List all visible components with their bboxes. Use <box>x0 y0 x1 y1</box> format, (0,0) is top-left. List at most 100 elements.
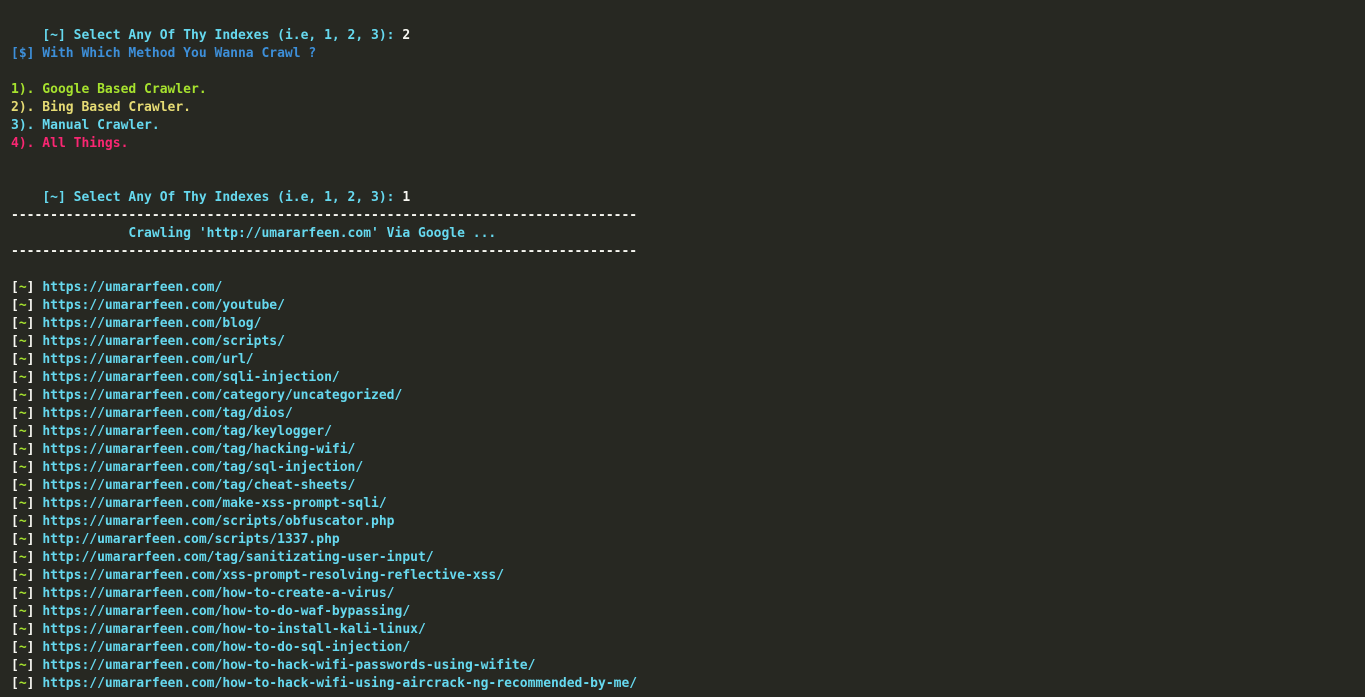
result-bracket-close: ] <box>26 586 35 601</box>
result-bracket-open: [ <box>11 280 19 295</box>
result-url[interactable]: https://umararfeen.com/how-to-hack-wifi-… <box>42 658 535 673</box>
result-url[interactable]: https://umararfeen.com/scripts/ <box>42 334 285 349</box>
result-tilde-marker: ~ <box>18 640 27 655</box>
result-bracket-close: ] <box>26 550 35 565</box>
result-url[interactable]: https://umararfeen.com/tag/cheat-sheets/ <box>42 478 355 493</box>
result-bracket-open: [ <box>11 514 19 529</box>
result-url[interactable]: https://umararfeen.com/tag/sql-injection… <box>42 460 363 475</box>
result-url[interactable]: https://umararfeen.com/how-to-create-a-v… <box>42 586 394 601</box>
result-bracket-close: ] <box>26 334 35 349</box>
result-line: [~] https://umararfeen.com/youtube/ <box>11 297 1365 315</box>
result-tilde-marker: ~ <box>18 370 27 385</box>
result-url[interactable]: https://umararfeen.com/make-xss-prompt-s… <box>42 496 386 511</box>
result-bracket-close: ] <box>26 280 35 295</box>
result-tilde-marker: ~ <box>18 496 27 511</box>
result-bracket-open: [ <box>11 496 19 511</box>
result-url[interactable]: https://umararfeen.com/tag/dios/ <box>42 406 292 421</box>
result-tilde-marker: ~ <box>18 478 27 493</box>
result-url[interactable]: https://umararfeen.com/youtube/ <box>42 298 285 313</box>
result-bracket-open: [ <box>11 604 19 619</box>
result-bracket-open: [ <box>11 424 19 439</box>
result-url[interactable]: https://umararfeen.com/how-to-install-ka… <box>42 622 426 637</box>
result-line: [~] https://umararfeen.com/category/unca… <box>11 387 1365 405</box>
result-line: [~] https://umararfeen.com/blog/ <box>11 315 1365 333</box>
result-url[interactable]: https://umararfeen.com/tag/keylogger/ <box>42 424 332 439</box>
index-prompt-line-2: [~] Select Any Of Thy Indexes (i.e, 1, 2… <box>11 171 1365 205</box>
result-bracket-close: ] <box>26 622 35 637</box>
result-url[interactable]: https://umararfeen.com/category/uncatego… <box>42 388 402 403</box>
result-bracket-open: [ <box>11 676 19 691</box>
index-prompt-text: [~] Select Any Of Thy Indexes (i.e, 1, 2… <box>42 28 403 43</box>
result-tilde-marker: ~ <box>18 424 27 439</box>
result-url[interactable]: https://umararfeen.com/url/ <box>42 352 253 367</box>
result-line: [~] https://umararfeen.com/make-xss-prom… <box>11 495 1365 513</box>
terminal-window[interactable]: [~] Select Any Of Thy Indexes (i.e, 1, 2… <box>0 0 1365 697</box>
result-bracket-open: [ <box>11 388 19 403</box>
index-prompt-line: [~] Select Any Of Thy Indexes (i.e, 1, 2… <box>11 9 1365 43</box>
result-url[interactable]: https://umararfeen.com/how-to-do-waf-byp… <box>42 604 410 619</box>
separator-top: ----------------------------------------… <box>11 208 638 223</box>
result-tilde-marker: ~ <box>18 514 27 529</box>
result-bracket-open: [ <box>11 406 19 421</box>
result-bracket-open: [ <box>11 622 19 637</box>
result-tilde-marker: ~ <box>18 586 27 601</box>
result-url[interactable]: https://umararfeen.com/how-to-hack-wifi-… <box>42 676 637 691</box>
result-bracket-open: [ <box>11 460 19 475</box>
result-bracket-close: ] <box>26 424 35 439</box>
result-line: [~] https://umararfeen.com/how-to-hack-w… <box>11 657 1365 675</box>
result-tilde-marker: ~ <box>18 658 27 673</box>
result-bracket-open: [ <box>11 298 19 313</box>
result-url[interactable]: https://umararfeen.com/ <box>42 280 222 295</box>
result-bracket-close: ] <box>26 496 35 511</box>
result-line: [~] https://umararfeen.com/how-to-do-waf… <box>11 603 1365 621</box>
result-line: [~] https://umararfeen.com/how-to-do-sql… <box>11 639 1365 657</box>
result-tilde-marker: ~ <box>18 388 27 403</box>
result-line: [~] http://umararfeen.com/tag/sanitizati… <box>11 549 1365 567</box>
result-bracket-close: ] <box>26 640 35 655</box>
result-bracket-close: ] <box>26 676 35 691</box>
result-bracket-close: ] <box>26 298 35 313</box>
result-line: [~] https://umararfeen.com/tag/sql-injec… <box>11 459 1365 477</box>
result-url[interactable]: https://umararfeen.com/tag/hacking-wifi/ <box>42 442 355 457</box>
result-bracket-open: [ <box>11 658 19 673</box>
result-url[interactable]: https://umararfeen.com/xss-prompt-resolv… <box>42 568 504 583</box>
result-url[interactable]: https://umararfeen.com/how-to-do-sql-inj… <box>42 640 410 655</box>
result-tilde-marker: ~ <box>18 532 27 547</box>
method-menu: 1). Google Based Crawler. 2). Bing Based … <box>11 81 1365 153</box>
result-tilde-marker: ~ <box>18 334 27 349</box>
result-url[interactable]: http://umararfeen.com/scripts/1337.php <box>42 532 339 547</box>
result-bracket-open: [ <box>11 478 19 493</box>
result-url[interactable]: https://umararfeen.com/sqli-injection/ <box>42 370 339 385</box>
result-bracket-close: ] <box>26 514 35 529</box>
result-line: [~] https://umararfeen.com/url/ <box>11 351 1365 369</box>
separator-bottom: ----------------------------------------… <box>11 244 638 259</box>
index-prompt-answer: 2 <box>402 28 411 43</box>
result-bracket-close: ] <box>26 370 35 385</box>
result-line: [~] https://umararfeen.com/how-to-create… <box>11 585 1365 603</box>
result-bracket-open: [ <box>11 640 19 655</box>
result-bracket-open: [ <box>11 532 19 547</box>
result-bracket-close: ] <box>26 388 35 403</box>
index-prompt-answer: 1 <box>402 190 411 205</box>
result-bracket-close: ] <box>26 406 35 421</box>
crawl-banner: Crawling 'http://umararfeen.com' Via Goo… <box>11 226 497 241</box>
result-bracket-open: [ <box>11 352 19 367</box>
result-line: [~] https://umararfeen.com/tag/dios/ <box>11 405 1365 423</box>
result-line: [~] https://umararfeen.com/how-to-hack-w… <box>11 675 1365 693</box>
result-line: [~] https://umararfeen.com/scripts/obfus… <box>11 513 1365 531</box>
result-tilde-marker: ~ <box>18 568 27 583</box>
result-url[interactable]: http://umararfeen.com/tag/sanitizating-u… <box>42 550 433 565</box>
result-line: [~] https://umararfeen.com/sqli-injectio… <box>11 369 1365 387</box>
result-bracket-open: [ <box>11 442 19 457</box>
result-bracket-open: [ <box>11 316 19 331</box>
result-bracket-open: [ <box>11 568 19 583</box>
result-tilde-marker: ~ <box>18 316 27 331</box>
result-line: [~] https://umararfeen.com/xss-prompt-re… <box>11 567 1365 585</box>
result-tilde-marker: ~ <box>18 298 27 313</box>
result-line: [~] http://umararfeen.com/scripts/1337.p… <box>11 531 1365 549</box>
result-url[interactable]: https://umararfeen.com/blog/ <box>42 316 261 331</box>
result-tilde-marker: ~ <box>18 406 27 421</box>
result-url[interactable]: https://umararfeen.com/scripts/obfuscato… <box>42 514 394 529</box>
result-tilde-marker: ~ <box>18 352 27 367</box>
